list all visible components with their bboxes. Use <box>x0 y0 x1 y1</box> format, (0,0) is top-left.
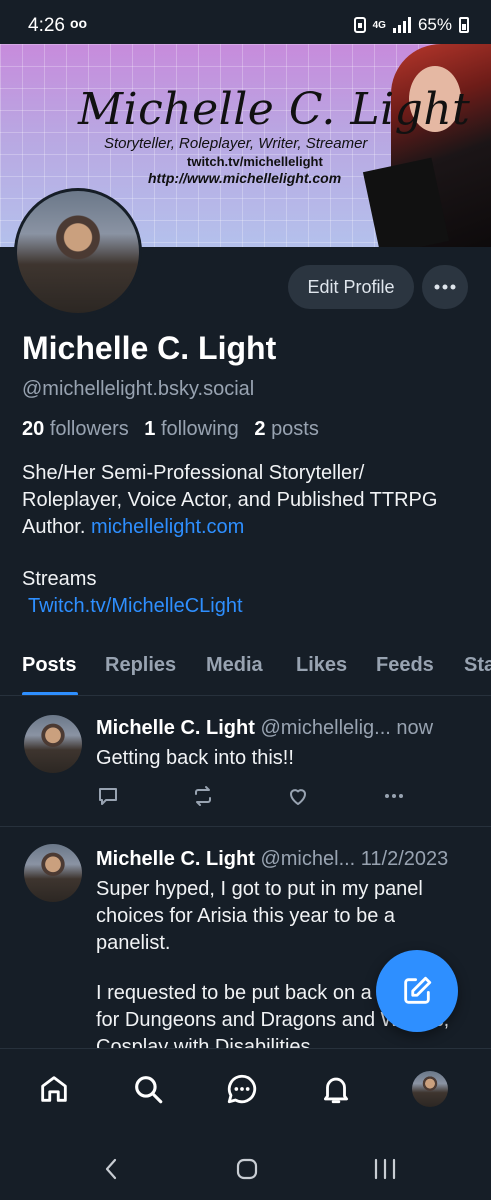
banner-subtitle: Storyteller, Roleplayer, Writer, Streame… <box>104 135 368 152</box>
tab-starter-packs[interactable]: Sta <box>464 654 491 677</box>
repost-icon[interactable] <box>191 784 215 808</box>
heart-icon[interactable] <box>286 784 310 808</box>
tab-posts[interactable]: Posts <box>22 654 76 677</box>
system-navigation <box>0 1136 491 1200</box>
followers-label: followers <box>49 418 129 440</box>
banner-site-url: http://www.michellelight.com <box>148 170 342 186</box>
nav-chat[interactable] <box>222 1069 262 1109</box>
bio-website-link[interactable]: michellelight.com <box>91 516 244 538</box>
feed-post[interactable]: Michelle C. Light @michellelig... now Ge… <box>0 697 491 827</box>
chat-icon <box>227 1074 257 1104</box>
bell-icon <box>323 1077 349 1104</box>
following-count: 1 <box>144 418 156 440</box>
post-author-avatar[interactable] <box>24 844 82 902</box>
profile-streams: Streams Twitch.tv/MichelleCLight <box>22 566 243 620</box>
tab-likes[interactable]: Likes <box>296 654 347 677</box>
battery-percent: 65% <box>417 15 452 34</box>
post-author-name[interactable]: Michelle C. Light <box>96 848 255 870</box>
post-text: Getting back into this!! <box>96 747 294 769</box>
back-icon <box>105 1158 117 1180</box>
network-type: 4G <box>372 19 386 31</box>
post-header: Michelle C. Light @michellelig... now <box>96 717 476 740</box>
post-author-handle: @michel... <box>260 848 356 870</box>
nav-profile[interactable] <box>410 1069 450 1109</box>
profile-tabs: Posts Replies Media Likes Feeds Sta <box>0 640 491 696</box>
streams-label: Streams <box>22 568 97 590</box>
sim-icon <box>353 17 366 33</box>
home-system-button[interactable] <box>232 1154 262 1184</box>
signal-icon <box>392 17 411 33</box>
back-button[interactable] <box>96 1154 126 1184</box>
profile-avatar-small <box>412 1071 448 1107</box>
nav-notifications[interactable] <box>316 1069 356 1109</box>
active-tab-indicator <box>22 692 78 695</box>
status-indicators: 4G 65% <box>353 15 469 35</box>
display-name: Michelle C. Light <box>22 330 277 366</box>
more-horizontal-icon <box>434 284 456 290</box>
followers-stat[interactable]: 20 followers <box>22 418 129 440</box>
banner-title: Michelle C. Light <box>78 84 471 135</box>
tab-replies[interactable]: Replies <box>105 654 176 677</box>
edit-profile-button[interactable]: Edit Profile <box>288 265 414 309</box>
home-icon <box>41 1076 67 1102</box>
reply-icon[interactable] <box>96 784 120 808</box>
profile-more-button[interactable] <box>422 265 468 309</box>
post-more-icon[interactable] <box>382 784 406 808</box>
tab-media[interactable]: Media <box>206 654 263 677</box>
profile-handle: @michellelight.bsky.social <box>22 378 255 400</box>
home-system-icon <box>236 1158 258 1180</box>
posts-label: posts <box>271 418 319 440</box>
following-stat[interactable]: 1 following <box>144 418 239 440</box>
posts-stat: 2 posts <box>254 418 319 440</box>
search-icon <box>135 1076 163 1104</box>
recents-icon <box>374 1158 396 1180</box>
posts-count: 2 <box>254 418 266 440</box>
bottom-navigation <box>0 1048 491 1136</box>
following-label: following <box>160 418 239 440</box>
post-author-name[interactable]: Michelle C. Light <box>96 717 255 739</box>
status-time: 4:26 <box>28 15 65 36</box>
post-time: 11/2/2023 <box>360 848 449 870</box>
post-header: Michelle C. Light @michel... 11/2/2023 <box>96 848 476 871</box>
battery-icon <box>459 17 469 33</box>
post-actions <box>96 784 456 808</box>
compose-icon <box>404 976 432 1004</box>
post-author-avatar[interactable] <box>24 715 82 773</box>
banner-twitch-url: twitch.tv/michellelight <box>187 154 323 169</box>
banner-portrait <box>391 44 491 247</box>
tab-feeds[interactable]: Feeds <box>376 654 434 677</box>
nav-home[interactable] <box>34 1069 74 1109</box>
voicemail-icon: oo <box>70 15 88 31</box>
profile-avatar[interactable] <box>14 188 142 316</box>
post-time: now <box>396 717 434 739</box>
nav-search[interactable] <box>128 1069 168 1109</box>
followers-count: 20 <box>22 418 45 440</box>
post-author-handle: @michellelig... <box>260 717 391 739</box>
recents-button[interactable] <box>370 1154 400 1184</box>
profile-stats: 20 followers 1 following 2 posts <box>22 418 329 441</box>
compose-button[interactable] <box>376 950 458 1032</box>
post-text: Super hyped, I got to put in my panel ch… <box>96 878 423 954</box>
streams-link[interactable]: Twitch.tv/MichelleCLight <box>22 593 243 620</box>
profile-bio: She/Her Semi-Professional Storyteller/ R… <box>22 460 462 541</box>
status-bar: 4:26 oo 4G 65% <box>0 0 491 44</box>
